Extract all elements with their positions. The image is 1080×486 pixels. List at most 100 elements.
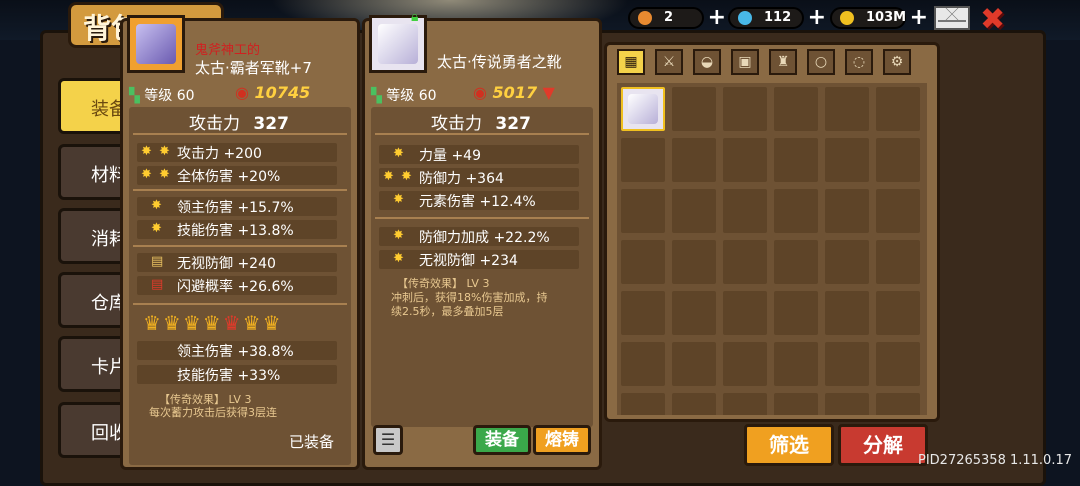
inventory-slot[interactable] — [723, 189, 767, 233]
filter-all-icon[interactable]: ▦ — [617, 49, 645, 75]
filter-ring-icon[interactable]: ○ — [807, 49, 835, 75]
carrot-icon — [638, 11, 652, 25]
inventory-slot[interactable] — [723, 240, 767, 284]
inventory-slot[interactable] — [774, 87, 818, 131]
item-name: 太古·传说勇者之靴 — [437, 53, 562, 71]
inventory-slot[interactable] — [876, 291, 920, 335]
power-row: ◉ 10745 — [235, 83, 311, 102]
level-flag-icon: ▚ — [129, 88, 140, 104]
inventory-slot[interactable] — [672, 342, 716, 386]
inventory-slot[interactable] — [621, 342, 665, 386]
level-row: ▚ 等级 60 — [129, 88, 195, 104]
stat-row: ✸ ✸ 防御力 +364 — [379, 168, 579, 187]
decompose-button[interactable]: 分解 — [838, 424, 928, 466]
inventory-grid — [617, 83, 927, 415]
filter-sword-icon[interactable]: ⚔ — [655, 49, 683, 75]
stat-row: ✸ ✸ 全体伤害 +20% — [137, 166, 337, 185]
currency-gem: 112 + — [728, 5, 826, 30]
filter-button[interactable]: 筛选 — [744, 424, 834, 466]
inventory-slot[interactable] — [621, 393, 665, 415]
stats-body: 攻击力 327 ✸ ✸ 攻击力 +200 ✸ ✸ 全体伤害 +20% ✸ 领主伤害 … — [129, 107, 351, 465]
inventory-slot[interactable] — [621, 138, 665, 182]
inventory-slot[interactable] — [672, 138, 716, 182]
melt-button[interactable]: 熔铸 — [533, 425, 591, 455]
inventory-slot[interactable] — [621, 291, 665, 335]
inventory-slot[interactable] — [825, 291, 869, 335]
inventory-slot[interactable] — [672, 189, 716, 233]
level-row: ▚ 等级 60 — [371, 88, 437, 104]
equip-button[interactable]: 装备 — [473, 425, 531, 455]
stat-row: ✸ 防御力加成 +22.2% — [379, 227, 579, 246]
inventory-slot[interactable] — [876, 240, 920, 284]
legend-desc: 每次蓄力攻击后获得3层连 — [149, 406, 277, 419]
item-name: 太古·霸者军靴+7 — [195, 59, 312, 77]
inventory-slot[interactable] — [672, 393, 716, 415]
add-carrot-button[interactable]: + — [708, 5, 726, 30]
inventory-slot[interactable] — [825, 189, 869, 233]
inventory-slot[interactable] — [774, 291, 818, 335]
inventory-slot[interactable] — [723, 393, 767, 415]
inventory-slot[interactable] — [672, 87, 716, 131]
inventory-slot[interactable] — [825, 138, 869, 182]
coin-icon — [840, 11, 854, 25]
currency-coin: 103M + — [830, 5, 928, 30]
level-flag-icon: ▚ — [371, 88, 382, 104]
equipped-status: 已装备 — [289, 433, 335, 451]
stat-row: ✸ ✸ 攻击力 +200 — [137, 143, 337, 162]
inventory-slot[interactable] — [723, 342, 767, 386]
gem-icon — [738, 11, 752, 25]
item-prefix: 鬼斧神工的 — [195, 43, 261, 58]
inventory-slot[interactable] — [825, 393, 869, 415]
inventory-slot[interactable] — [774, 138, 818, 182]
equipped-item-icon — [127, 15, 185, 73]
close-icon[interactable]: ✖ — [980, 2, 1005, 37]
equipped-item-card: 鬼斧神工的 太古·霸者军靴+7 ▚ 等级 60 ◉ 10745 攻击力 327 … — [120, 15, 360, 470]
inventory-slot[interactable] — [672, 291, 716, 335]
inventory-slot[interactable] — [774, 393, 818, 415]
scroll-icon: ▤ — [151, 254, 164, 269]
inventory-slot[interactable] — [825, 342, 869, 386]
mail-icon[interactable] — [934, 6, 970, 30]
inventory-slot[interactable] — [876, 87, 920, 131]
stat-row: ✸ 技能伤害 +13.8% — [137, 220, 337, 239]
inventory-slot[interactable] — [672, 240, 716, 284]
filter-necklace-icon[interactable]: ◌ — [845, 49, 873, 75]
stat-row: ▤ 闪避概率 +26.6% — [137, 276, 337, 295]
inventory-slot[interactable] — [723, 87, 767, 131]
stat-row: ▤ 无视防御 +240 — [137, 253, 337, 272]
stat-row: ✸ 领主伤害 +15.7% — [137, 197, 337, 216]
stat-row: ✸ 力量 +49 — [379, 145, 579, 164]
power-row: ◉ 5017 ▼ — [473, 83, 555, 102]
add-coin-button[interactable]: + — [910, 5, 928, 30]
power-icon: ◉ — [473, 83, 487, 102]
list-icon[interactable]: ☰ — [373, 425, 403, 455]
selected-item-card: 🔒︎ 太古·传说勇者之靴 ▚ 等级 60 ◉ 5017 ▼ 攻击力 327 ✸ … — [362, 9, 602, 470]
inventory-slot[interactable] — [876, 342, 920, 386]
power-icon: ◉ — [235, 83, 249, 102]
boots-item-icon — [628, 94, 658, 124]
inventory-slot[interactable] — [876, 393, 920, 415]
inventory-slot[interactable] — [723, 291, 767, 335]
inventory-slot[interactable] — [621, 240, 665, 284]
lock-icon[interactable]: 🔒︎ — [411, 9, 418, 25]
inventory-slot[interactable] — [876, 138, 920, 182]
inventory-slot[interactable] — [774, 342, 818, 386]
inventory-slot[interactable] — [621, 189, 665, 233]
inventory-slot[interactable] — [876, 189, 920, 233]
currency-carrot: 2 + — [628, 5, 726, 30]
filter-helmet-icon[interactable]: ◒ — [693, 49, 721, 75]
attack-title: 攻击力 327 — [189, 114, 289, 134]
scroll-red-icon: ▤ — [151, 277, 164, 292]
inventory-slot[interactable] — [825, 240, 869, 284]
filter-gear-icon[interactable]: ⚙ — [883, 49, 911, 75]
add-gem-button[interactable]: + — [808, 5, 826, 30]
filter-boots-icon[interactable]: ♜ — [769, 49, 797, 75]
inventory-slot[interactable] — [621, 87, 665, 131]
stat-row: ✸ 无视防御 +234 — [379, 250, 579, 269]
filter-armor-icon[interactable]: ▣ — [731, 49, 759, 75]
stat-row: ✸ 元素伤害 +12.4% — [379, 191, 579, 210]
inventory-slot[interactable] — [723, 138, 767, 182]
inventory-slot[interactable] — [825, 87, 869, 131]
inventory-slot[interactable] — [774, 240, 818, 284]
inventory-slot[interactable] — [774, 189, 818, 233]
